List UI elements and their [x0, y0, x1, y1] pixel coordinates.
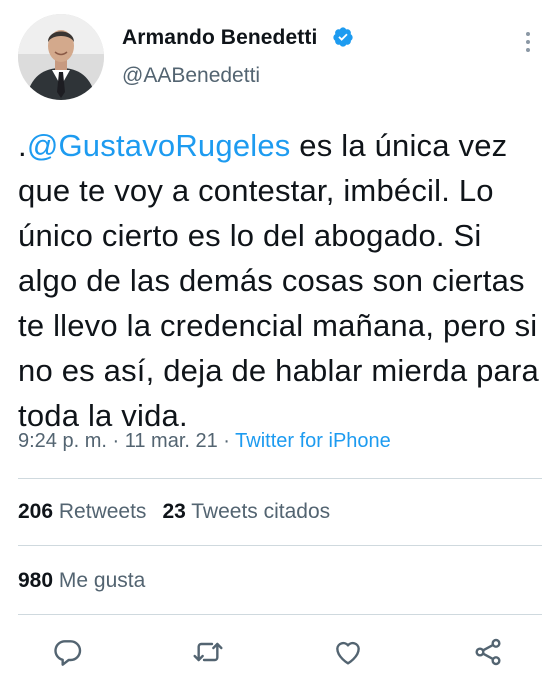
quotes-label: Tweets citados: [191, 500, 331, 523]
retweet-icon[interactable]: [192, 636, 224, 668]
likes-stats: 980 Me gusta: [18, 569, 145, 593]
tweet-actions: [0, 630, 560, 674]
likes-stat[interactable]: 980 Me gusta: [18, 569, 145, 592]
retweets-stat[interactable]: 206 Retweets: [18, 500, 146, 523]
display-name[interactable]: Armando Benedetti: [122, 26, 317, 50]
retweets-label: Retweets: [58, 500, 147, 523]
quotes-count: 23: [162, 500, 186, 523]
divider: [18, 545, 542, 546]
tweet-text: .@GustavoRugeles es la única vez que te …: [18, 123, 548, 438]
user-handle[interactable]: @AABenedetti: [122, 64, 260, 88]
profile-photo-icon: [18, 14, 104, 100]
verified-badge-icon: [333, 27, 353, 47]
quotes-stat[interactable]: 23 Tweets citados: [162, 500, 330, 523]
mention-link[interactable]: @GustavoRugeles: [27, 128, 291, 163]
tweet-body: es la única vez que te voy a contestar, …: [18, 128, 548, 433]
likes-count: 980: [18, 569, 54, 592]
divider: [18, 478, 542, 479]
tweet-prefix: .: [18, 128, 27, 163]
retweet-quote-stats: 206 Retweets 23 Tweets citados: [18, 500, 330, 524]
avatar[interactable]: [18, 14, 104, 100]
tweet-metadata: 9:24 p. m. · 11 mar. 21 · Twitter for iP…: [18, 430, 391, 453]
tweet-source[interactable]: Twitter for iPhone: [235, 430, 391, 452]
share-icon[interactable]: [472, 636, 504, 668]
more-options-icon[interactable]: [522, 28, 534, 56]
meta-separator: ·: [217, 430, 236, 452]
divider: [18, 614, 542, 615]
reply-icon[interactable]: [52, 636, 84, 668]
tweet-date[interactable]: 11 mar. 21: [125, 430, 218, 452]
tweet-header: Armando Benedetti @AABenedetti: [0, 0, 560, 115]
retweets-count: 206: [18, 500, 54, 523]
heart-icon[interactable]: [332, 636, 364, 668]
tweet-time[interactable]: 9:24 p. m.: [18, 430, 107, 452]
likes-label: Me gusta: [58, 569, 146, 592]
meta-separator: ·: [106, 430, 125, 452]
